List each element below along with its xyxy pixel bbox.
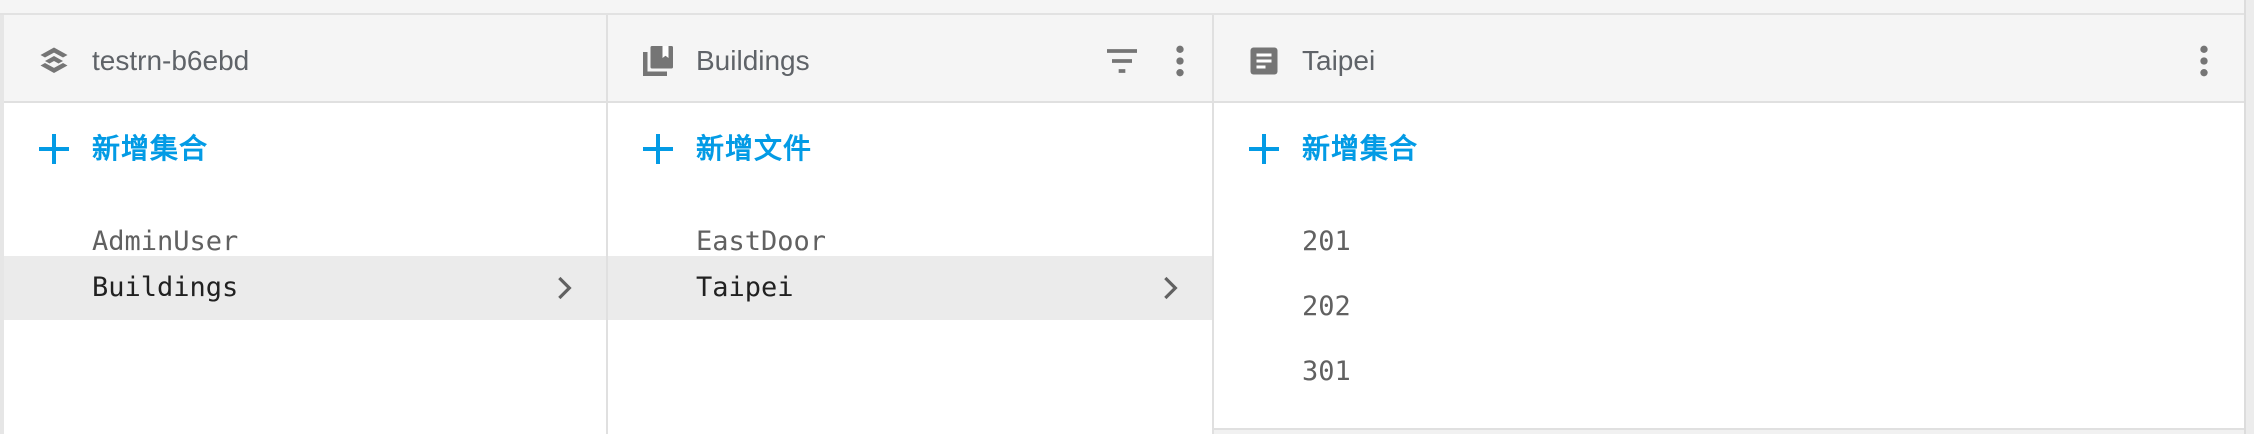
top-toolbar-strip <box>0 0 2254 15</box>
panel-title: Buildings <box>696 45 810 76</box>
panel-document: Taipei 新增集合 201 202 301 <box>1214 15 2244 430</box>
add-document-label: 新增文件 <box>696 133 813 164</box>
firestore-stack-icon <box>40 47 68 73</box>
document-icon <box>1250 47 1278 75</box>
more-vert-icon[interactable] <box>2184 41 2224 81</box>
list-item-label: Buildings <box>92 272 239 303</box>
plus-icon <box>643 134 673 164</box>
panel-title: Taipei <box>1302 45 1376 76</box>
add-collection-label: 新增集合 <box>92 133 209 164</box>
plus-icon <box>1249 134 1279 164</box>
vertical-scrollbar[interactable] <box>2244 0 2254 434</box>
list-item-label: EastDoor <box>696 226 827 257</box>
collection-icon <box>643 46 673 76</box>
chevron-right-icon <box>558 276 572 300</box>
add-collection-button[interactable]: 新增集合 <box>4 103 606 191</box>
panel-root: testrn-b6ebd 新增集合 AdminUser Buildings <box>4 15 608 434</box>
list-item-label: Taipei <box>696 272 794 303</box>
panel-collection: Buildings 新增文件 EastDoor Taipei <box>608 15 1214 434</box>
list-item-201[interactable]: 201 <box>1214 210 2244 274</box>
plus-icon <box>39 134 69 164</box>
add-collection-button[interactable]: 新增集合 <box>1214 103 2244 191</box>
list-item-label: AdminUser <box>92 226 239 257</box>
more-vert-icon[interactable] <box>1160 41 1200 81</box>
list-item-taipei[interactable]: Taipei <box>608 256 1212 320</box>
add-document-button[interactable]: 新增文件 <box>608 103 1212 191</box>
list-item-202[interactable]: 202 <box>1214 275 2244 339</box>
panel-header: Taipei <box>1214 15 2244 103</box>
list-item-label: 201 <box>1302 226 1351 257</box>
chevron-right-icon <box>1164 276 1178 300</box>
panel-header: Buildings <box>608 15 1212 103</box>
list-item-301[interactable]: 301 <box>1214 340 2244 404</box>
panel-title: testrn-b6ebd <box>92 45 250 76</box>
add-collection-label: 新增集合 <box>1302 133 1419 164</box>
list-item-label: 301 <box>1302 356 1351 387</box>
panel-header: testrn-b6ebd <box>4 15 606 103</box>
list-item-buildings[interactable]: Buildings <box>4 256 606 320</box>
list-item-label: 202 <box>1302 291 1351 322</box>
filter-icon[interactable] <box>1102 41 1142 81</box>
